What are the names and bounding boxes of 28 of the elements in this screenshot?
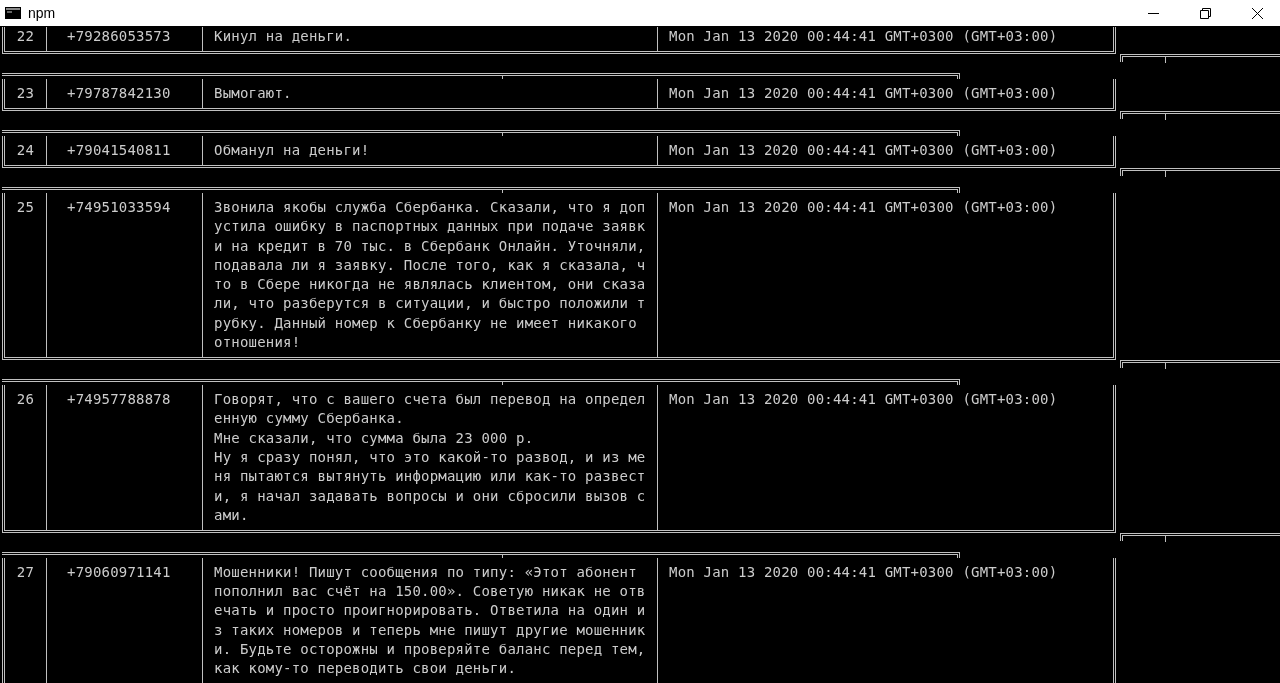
row-number: 23 [16,85,35,101]
date-time-text: Mon Jan 13 2020 00:44:41 GMT+0300 (GMT+03:00) [669,85,1058,101]
phone-number: +79286053573 [67,28,171,44]
message-text: Говорят, что с вашего счета был перевод на определ енную сумму Сбербанка. Мне сказали, что сумма была 23 000 р. Ну я сразу понял, что это какой-то развод, и из ме ня пытаются вытянуть информацию или как-то развест и, я начал задавать вопросы и они сбросили вызов с ами. [214,390,646,525]
phone-number: +79787842130 [67,85,171,101]
phone-number: +79041540811 [67,141,171,158]
message-text: Обманул на деньги! [214,140,370,160]
row-number: 22 [16,28,35,44]
message-text: Кинул на деньги. [214,27,353,46]
row-number: 26 [16,391,35,407]
date-time-text: Mon Jan 13 2020 00:44:41 GMT+0300 (GMT+03:00) [669,141,1058,158]
message-text: Вымогают. [214,84,292,103]
phone-number: +74951033594 [67,198,171,215]
date-time-text: Mon Jan 13 2020 00:44:41 GMT+0300 (GMT+03:00) [669,391,1058,407]
row-number: 27 [16,563,35,580]
message-text: Мошенники! Пишут сообщения по типу: «Этот абонент пополнил вас счёт на 150.00». Советую никак не отв ечать и просто проигнорировать. Ответила на один и з таких номеров и теперь мне пишут другие мошенник и. Будьте осторожны и проверяйте баланс перед тем, как кому-то переводить свои деньги. [214,562,646,679]
date-time-text: Mon Jan 13 2020 00:44:41 GMT+0300 (GMT+03:00) [669,28,1058,44]
row-number: 25 [16,198,35,215]
window-title: npm [28,5,57,21]
date-time-text: Mon Jan 13 2020 00:44:41 GMT+0300 (GMT+03:00) [669,563,1058,580]
phone-number: +74957788878 [67,391,171,407]
terminal-icon [5,7,21,19]
maximize-icon [1199,7,1211,19]
phone-number: +79060971141 [67,563,171,580]
date-time-text: Mon Jan 13 2020 00:44:41 GMT+0300 (GMT+03:00) [669,198,1058,215]
message-text: Звонила якобы служба Сбербанка. Сказали, что я доп устила ошибку в паспортных данных при подаче заявк и на кредит в 70 тыс. в Сбербанк Онлайн. Уточняли, подавала ли я заявку. После того, как я сказала, ч то в Сбере никогда не являлась клиентом, они сказа ли, что разберутся в ситуации, и быстро положили т рубку. Данный номер к Сбербанку не имеет никакого отношения! [214,197,646,353]
row-number: 24 [16,141,35,158]
close-icon [1251,7,1263,19]
